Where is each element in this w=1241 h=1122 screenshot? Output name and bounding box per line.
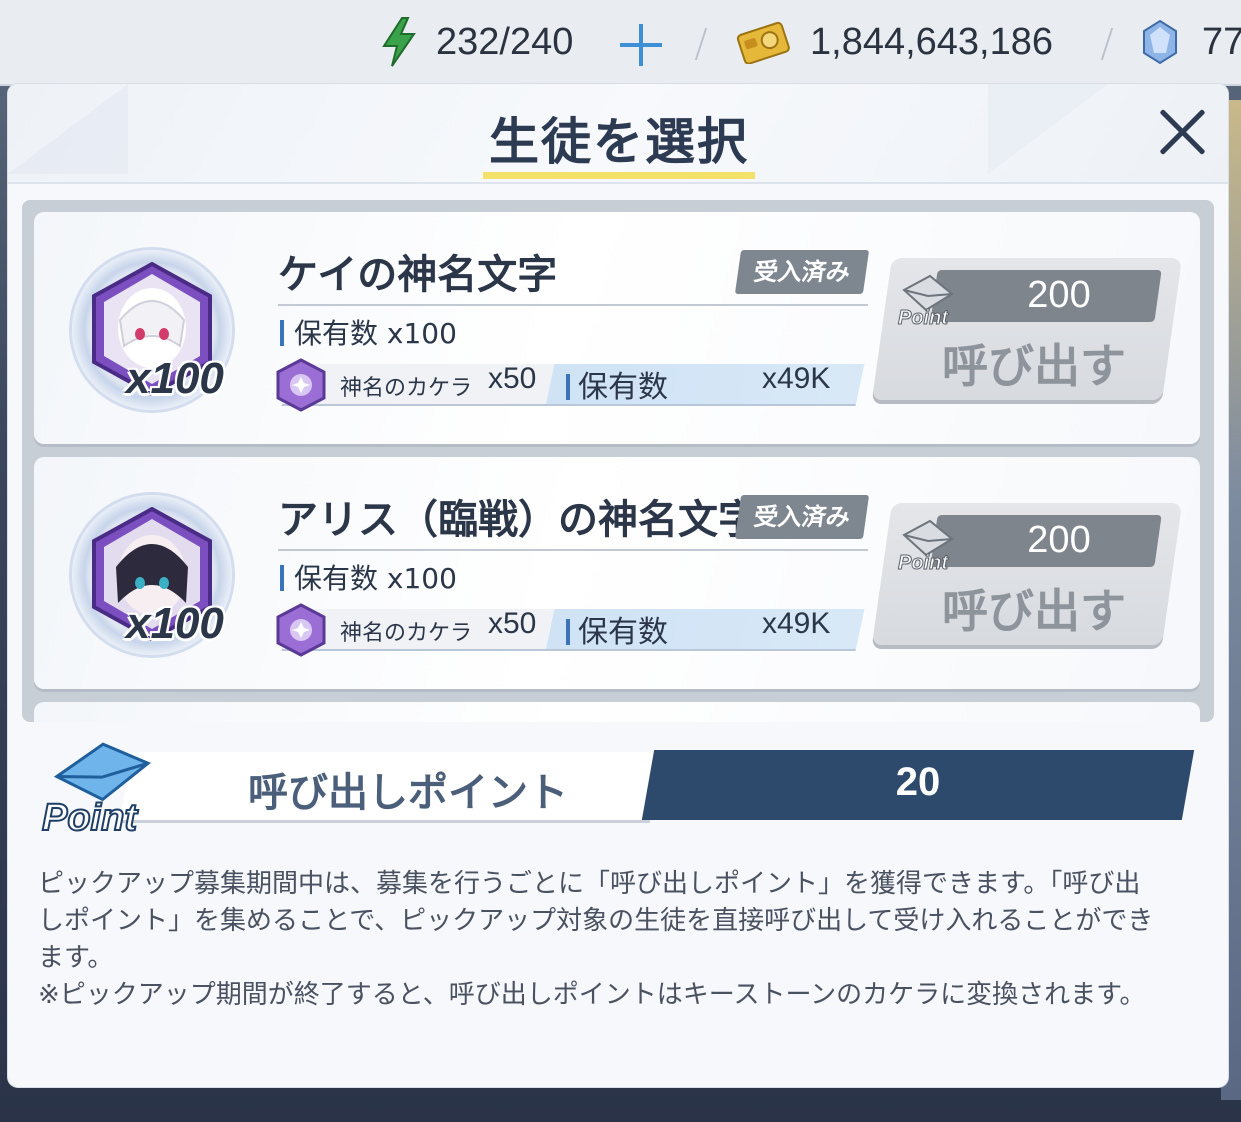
gems-display: 77	[1140, 0, 1241, 84]
call-button-label: 呼び出す	[942, 584, 1126, 638]
currency-bar: 232/240 1,844,643,186 77	[0, 0, 1241, 86]
recruited-badge: 受入済み	[734, 250, 870, 294]
recruited-badge: 受入済み	[734, 495, 870, 539]
student-card: x100 ケイの神名文字 受入済み 保有数 x100 神名のカケラ x50 保有…	[34, 212, 1200, 444]
point-icon-text: Point	[42, 797, 138, 839]
call-points-label: 呼び出しポイント	[248, 770, 568, 816]
material-owned-label: 保有数	[566, 607, 668, 651]
call-button-label: 呼び出す	[942, 339, 1126, 393]
ap-value: 232/240	[436, 20, 574, 63]
label-marker	[280, 320, 284, 346]
header-decoration	[988, 84, 1108, 174]
add-ap-button[interactable]	[618, 22, 664, 68]
call-points-value: 20	[895, 760, 941, 804]
owned-count: 保有数 x100	[280, 557, 457, 597]
point-envelope-icon: Point	[41, 742, 151, 840]
description-line: しポイント」を集めることで、ピックアップ対象の生徒を直接呼び出して受け入れること…	[38, 906, 1154, 936]
portrait-quantity: x100	[126, 599, 224, 648]
student-name: ケイの神名文字	[278, 252, 558, 298]
owned-count-text: 保有数 x100	[294, 562, 457, 595]
student-name: アリス（臨戦）の神名文字	[278, 497, 758, 543]
eleph-shard-icon	[276, 358, 326, 412]
description: ピックアップ募集期間中は、募集を行うごとに「呼び出しポイント」を獲得できます。「…	[38, 866, 1208, 1014]
header-decoration	[8, 84, 128, 174]
point-icon-text: Point	[898, 552, 949, 573]
material-owned-label-text: 保有数	[578, 615, 668, 650]
point-envelope-icon: Point	[898, 274, 954, 328]
student-list[interactable]: x100 ケイの神名文字 受入済み 保有数 x100 神名のカケラ x50 保有…	[22, 200, 1214, 722]
divider	[694, 28, 708, 60]
material-name: 神名のカケラ	[340, 621, 473, 646]
lightning-icon	[382, 17, 416, 67]
ap-display: 232/240	[380, 0, 573, 84]
call-cost: 200	[1027, 519, 1091, 561]
close-button[interactable]	[1156, 106, 1208, 158]
label-marker	[280, 565, 284, 591]
dialog-title: 生徒を選択	[489, 113, 749, 171]
owned-count: 保有数 x100	[280, 312, 457, 352]
eleph-shard-icon	[276, 603, 326, 657]
description-note: ※ピックアップ期間が終了すると、呼び出しポイントはキーストーンのカケラに変換され…	[38, 980, 1146, 1010]
gems-value: 77	[1202, 20, 1241, 63]
point-envelope-icon: Point	[898, 519, 954, 573]
divider	[1100, 28, 1114, 60]
title-underline	[483, 172, 755, 179]
name-divider	[278, 549, 868, 551]
material-quantity: x50	[488, 362, 537, 395]
student-card: x100 アリス（臨戦）の神名文字 受入済み 保有数 x100 神名のカケラ x…	[34, 457, 1200, 689]
dialog-header: 生徒を選択	[8, 84, 1228, 184]
select-student-dialog: 生徒を選択 x100 ケイの神名文字 受入済み 保有数 x100 神名のカケラ …	[8, 84, 1228, 1087]
description-line: ピックアップ募集期間中は、募集を行うごとに「呼び出しポイント」を獲得できます。「…	[38, 869, 1141, 899]
owned-count-text: 保有数 x100	[294, 317, 457, 350]
material-quantity: x50	[488, 607, 537, 640]
credits-display: 1,844,643,186	[736, 0, 1053, 84]
point-icon-text: Point	[898, 307, 949, 328]
pyroxene-icon	[1143, 19, 1177, 65]
material-name: 神名のカケラ	[340, 376, 473, 401]
name-divider	[278, 304, 868, 306]
portrait-quantity: x100	[126, 354, 224, 403]
credit-card-icon	[736, 21, 790, 64]
label-marker	[566, 374, 570, 400]
material-owned-label-text: 保有数	[578, 370, 668, 405]
student-card-partial	[34, 702, 1200, 722]
material-owned-label: 保有数	[566, 362, 668, 406]
call-cost: 200	[1027, 274, 1091, 316]
label-marker	[566, 619, 570, 645]
credits-value: 1,844,643,186	[810, 20, 1054, 63]
material-owned-value: x49K	[762, 607, 831, 640]
description-line: ます。	[38, 943, 114, 973]
material-owned-value: x49K	[762, 362, 831, 395]
